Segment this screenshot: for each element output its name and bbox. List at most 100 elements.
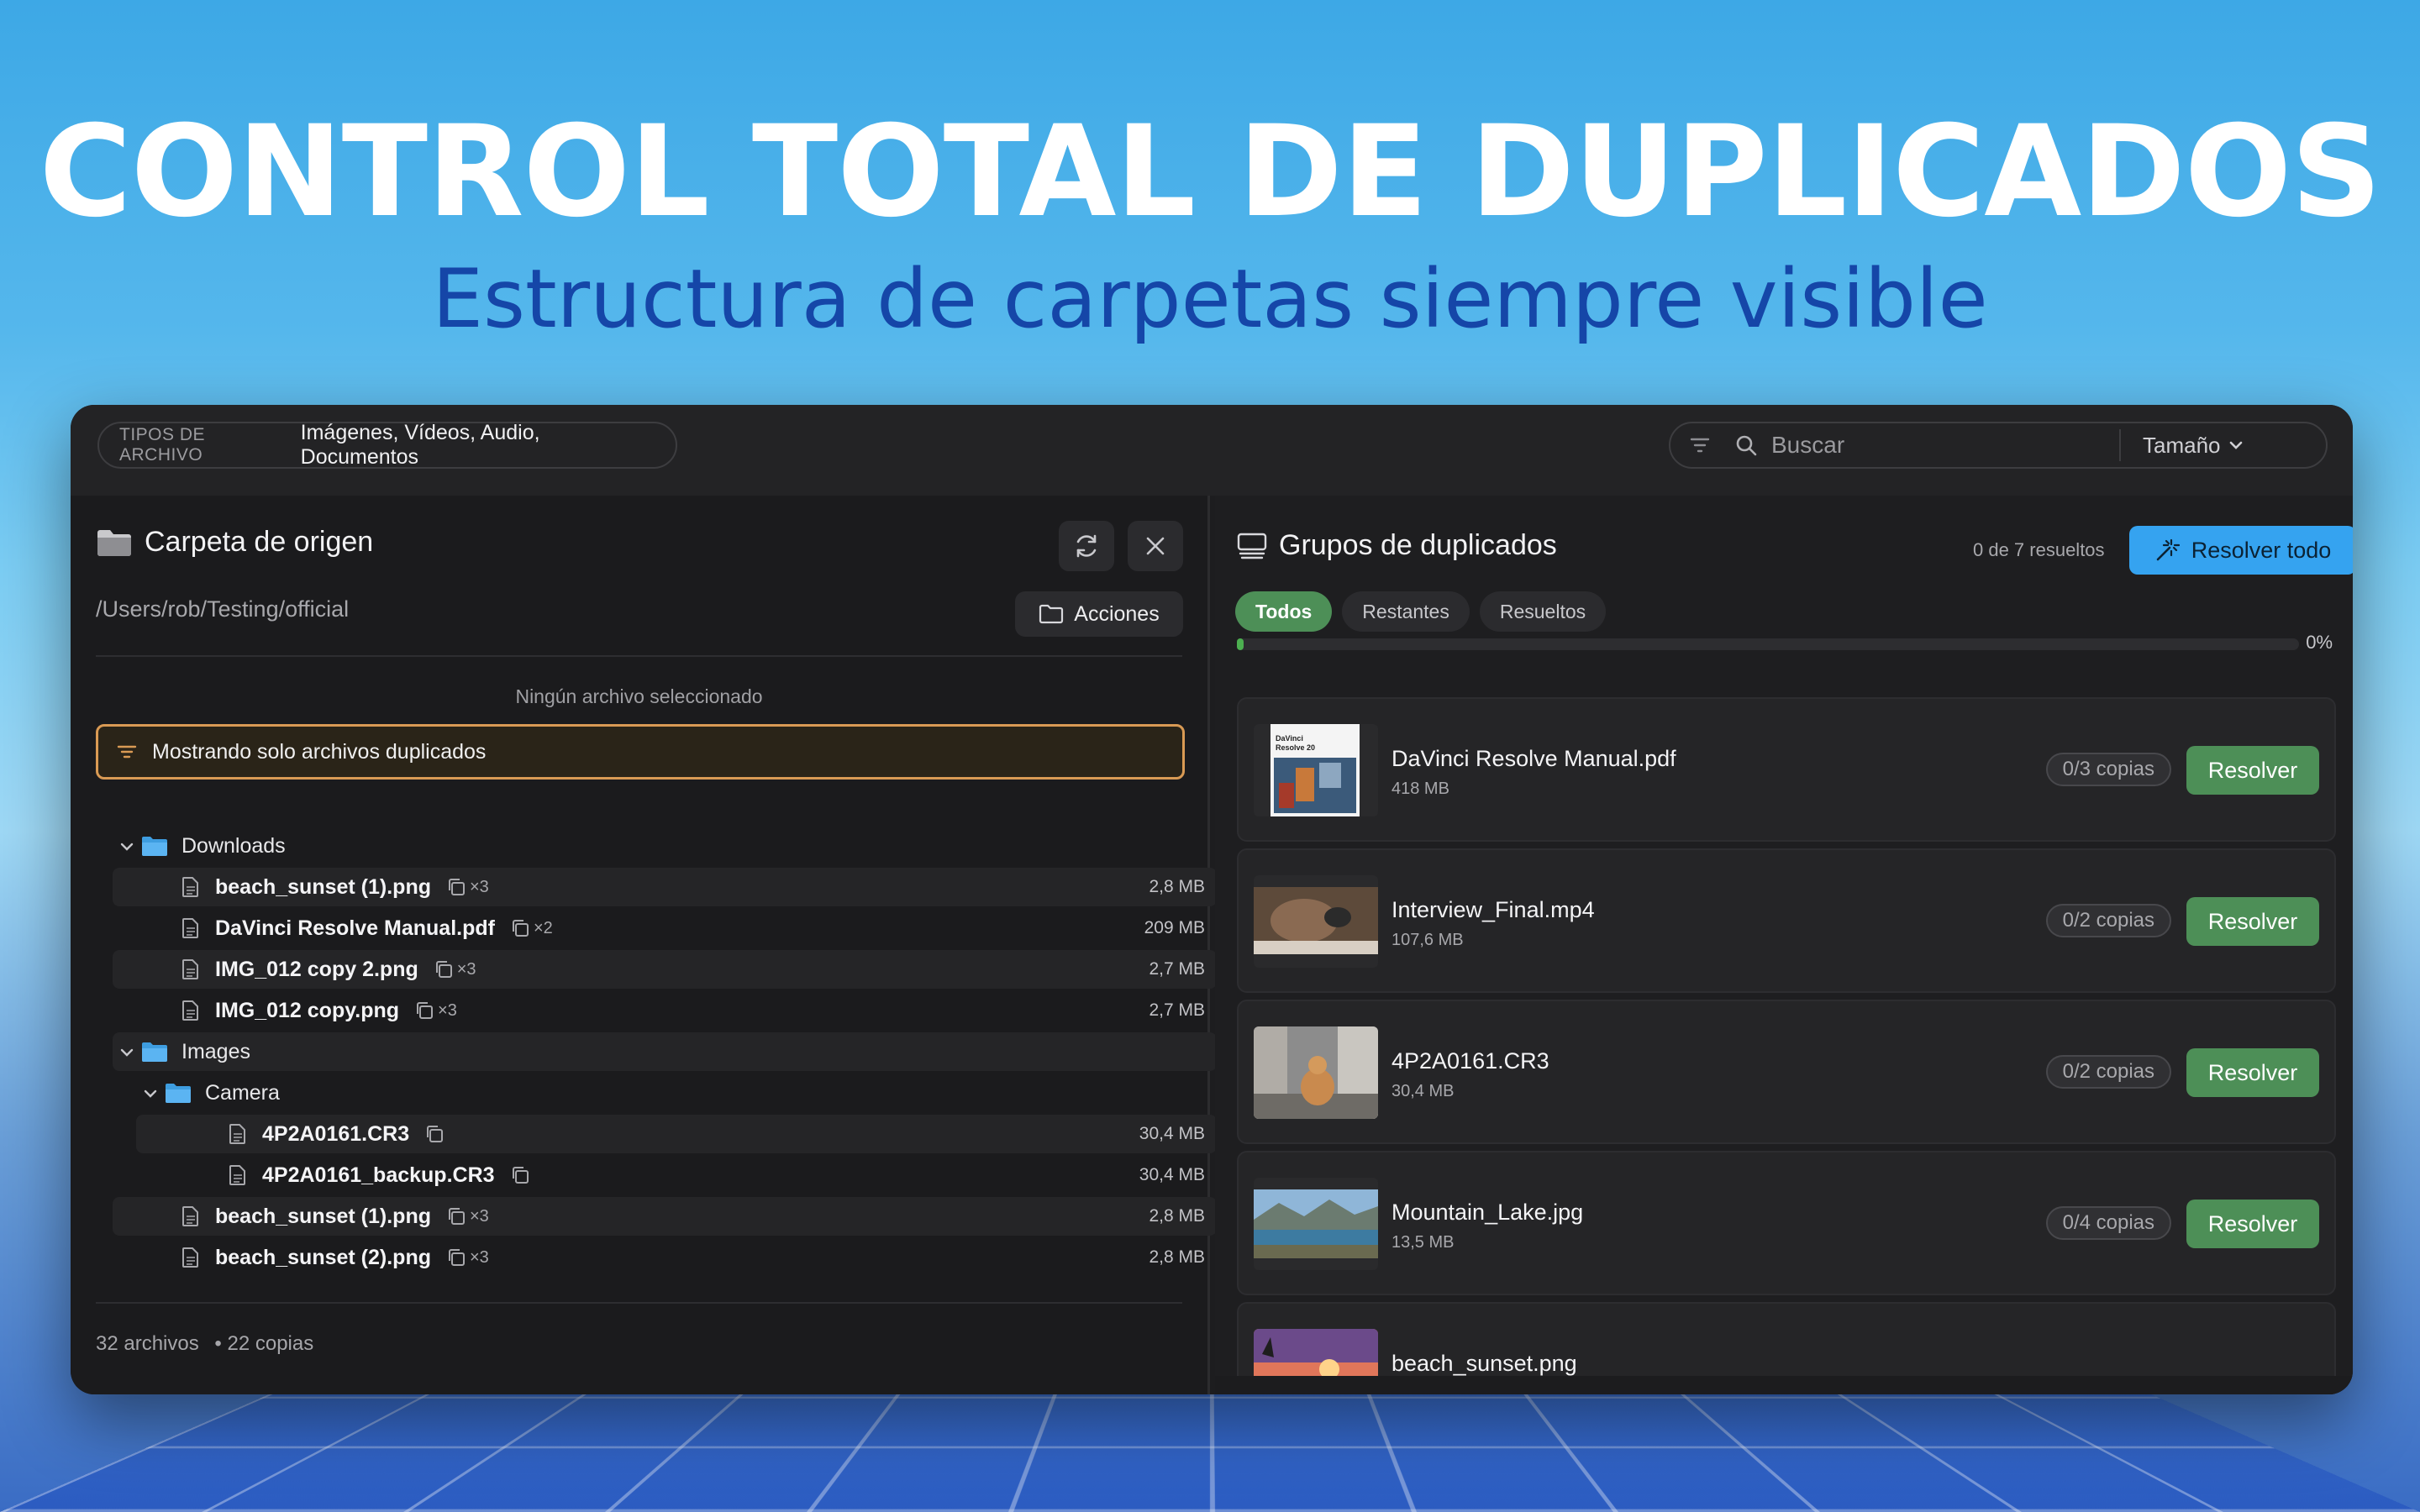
duplicate-group-card[interactable]: Interview_Final.mp4 107,6 MB 0/2 copias Res…: [1237, 848, 2336, 993]
file-icon: [182, 1000, 200, 1021]
progress-percent: 0%: [2306, 632, 2333, 653]
chevron-down-icon[interactable]: [119, 1040, 134, 1064]
tree-file-name: beach_sunset (2).png: [215, 1245, 431, 1269]
source-title: Carpeta de origen: [96, 526, 373, 559]
source-folder-pane: Carpeta de origen /Users/rob/Testing/off…: [71, 496, 1217, 1394]
duplicate-groups-pane: Grupos de duplicados 0 de 7 resueltos Re…: [1215, 496, 2353, 1394]
tree-folder-label: Camera: [205, 1080, 280, 1105]
progress-bar: [1237, 638, 2299, 650]
file-icon: [182, 1247, 200, 1268]
file-thumbnail: [1254, 1178, 1378, 1270]
copy-multiplier: ×2: [533, 918, 553, 937]
copies-icon: [510, 1165, 530, 1185]
tree-file-name: DaVinci Resolve Manual.pdf: [215, 916, 495, 940]
file-thumbnail: [1254, 1026, 1378, 1119]
tree-file-name: 4P2A0161_backup.CR3: [262, 1163, 495, 1187]
resolve-button[interactable]: Resolver: [2186, 897, 2319, 946]
tree-folder-images[interactable]: Images: [113, 1032, 1217, 1071]
tree-file-name: IMG_012 copy 2.png: [215, 957, 418, 981]
group-filter-tabs: Todos Restantes Resueltos: [1235, 591, 1607, 632]
group-file-size: 107,6 MB: [1392, 931, 1464, 949]
group-file-name: beach_sunset.png: [1392, 1351, 1577, 1376]
hero-title: CONTROL TOTAL DE DUPLICADOS: [39, 99, 2382, 245]
file-size: 2,8 MB: [1149, 1247, 1205, 1267]
no-selection-text: Ningún archivo seleccionado: [515, 685, 763, 707]
copies-icon: [510, 918, 530, 938]
resolve-all-label: Resolver todo: [2191, 537, 2332, 563]
tree-file-row[interactable]: beach_sunset (1).png ×3 2,8 MB: [113, 1197, 1217, 1236]
duplicate-group-card[interactable]: 4P2A0161.CR3 30,4 MB 0/2 copias Resolver: [1237, 1000, 2336, 1144]
duplicates-banner-text: Mostrando solo archivos duplicados: [152, 739, 487, 764]
magic-wand-icon: [2156, 538, 2180, 561]
file-types-value: Imágenes, Vídeos, Audio, Documentos: [300, 421, 540, 469]
group-file-name: Mountain_Lake.jpg: [1392, 1200, 1584, 1225]
tree-folder-downloads[interactable]: Downloads: [113, 827, 1217, 865]
duplicates-only-banner: Mostrando solo archivos duplicados: [96, 724, 1185, 780]
tree-file-name: beach_sunset (1).png: [215, 874, 431, 899]
tree-file-row[interactable]: DaVinci Resolve Manual.pdf ×2 209 MB: [113, 909, 1217, 948]
copy-multiplier: ×3: [470, 1206, 489, 1226]
tree-file-row[interactable]: IMG_012 copy.png ×3 2,7 MB: [113, 991, 1217, 1030]
sort-dropdown[interactable]: Tamaño: [2119, 429, 2326, 461]
tree-file-row[interactable]: IMG_012 copy 2.png ×3 2,7 MB: [113, 950, 1217, 989]
file-thumbnail: DaVinci Resolve 20: [1254, 724, 1378, 816]
group-file-size: 30,4 MB: [1392, 1082, 1455, 1100]
tree-file-row[interactable]: beach_sunset (2).png ×3 2,8 MB: [113, 1238, 1217, 1277]
file-thumbnail: [1254, 875, 1378, 968]
group-file-name: 4P2A0161.CR3: [1392, 1048, 1549, 1074]
hero-subtitle: Estructura de carpetas siempre visible: [432, 252, 1988, 346]
file-size: 2,8 MB: [1149, 1206, 1205, 1226]
file-icon: [182, 958, 200, 980]
tree-file-name: beach_sunset (1).png: [215, 1204, 431, 1228]
resolve-all-button[interactable]: Resolver todo: [2129, 526, 2353, 575]
tree-file-row[interactable]: beach_sunset (1).png ×3 2,8 MB: [113, 868, 1217, 906]
resolve-button[interactable]: Resolver: [2186, 1048, 2319, 1097]
copies-icon: [424, 1124, 445, 1144]
tree-file-row[interactable]: 4P2A0161_backup.CR3 30,4 MB: [136, 1156, 1217, 1194]
actions-button[interactable]: Acciones: [1015, 591, 1183, 637]
resolve-button[interactable]: Resolver: [2186, 746, 2319, 795]
tab-restantes[interactable]: Restantes: [1342, 591, 1470, 632]
search-input[interactable]: [1763, 432, 2119, 459]
file-size: 30,4 MB: [1139, 1165, 1205, 1184]
copies-icon: [446, 1206, 466, 1226]
svg-text:Resolve 20: Resolve 20: [1276, 743, 1315, 752]
folder-outline-icon: [1039, 604, 1064, 624]
divider: [96, 655, 1182, 657]
progress-fill: [1237, 638, 1244, 650]
copies-icon: [446, 877, 466, 897]
group-file-size: 13,5 MB: [1392, 1233, 1455, 1252]
tree-folder-camera[interactable]: Camera: [113, 1074, 1217, 1112]
file-icon: [182, 1205, 200, 1227]
tree-folder-label: Downloads: [182, 833, 286, 858]
file-types-filter[interactable]: TIPOS DE ARCHIVO Imágenes, Vídeos, Audio…: [97, 421, 677, 469]
copy-multiplier: ×3: [470, 1247, 489, 1267]
source-stats: 32 archivos • 22 copias: [96, 1332, 313, 1356]
top-toolbar: TIPOS DE ARCHIVO Imágenes, Vídeos, Audio…: [71, 405, 2353, 496]
file-icon: [182, 917, 200, 939]
chevron-down-icon[interactable]: [143, 1081, 158, 1105]
duplicate-group-card[interactable]: DaVinci Resolve 20 DaVinci Resolve Manual.…: [1237, 697, 2336, 842]
resolved-count: 0 de 7 resueltos: [1973, 539, 2105, 560]
refresh-button[interactable]: [1059, 521, 1114, 571]
group-file-size: 418 MB: [1392, 780, 1449, 798]
source-title-label: Carpeta de origen: [145, 526, 374, 558]
resolve-button[interactable]: Resolver: [2186, 1200, 2319, 1248]
duplicate-group-card[interactable]: Mountain_Lake.jpg 13,5 MB 0/4 copias Resolv…: [1237, 1151, 2336, 1295]
svg-text:DaVinci: DaVinci: [1276, 734, 1303, 743]
copies-icon: [434, 959, 454, 979]
file-size: 209 MB: [1144, 918, 1205, 937]
tab-todos[interactable]: Todos: [1235, 591, 1333, 632]
file-count: 32 archivos: [96, 1332, 199, 1355]
folder-icon: [97, 529, 131, 556]
tree-folder-label: Images: [182, 1039, 250, 1063]
copy-count: • 22 copias: [214, 1332, 314, 1355]
tab-resueltos[interactable]: Resueltos: [1479, 591, 1607, 632]
tree-file-row[interactable]: 4P2A0161.CR3 30,4 MB: [136, 1115, 1217, 1153]
filter-icon[interactable]: [1670, 437, 1729, 454]
chevron-down-icon: [2229, 441, 2242, 449]
file-icon: [229, 1164, 247, 1186]
copy-multiplier: ×3: [470, 877, 489, 896]
close-button[interactable]: [1128, 521, 1183, 571]
chevron-down-icon[interactable]: [119, 834, 134, 858]
